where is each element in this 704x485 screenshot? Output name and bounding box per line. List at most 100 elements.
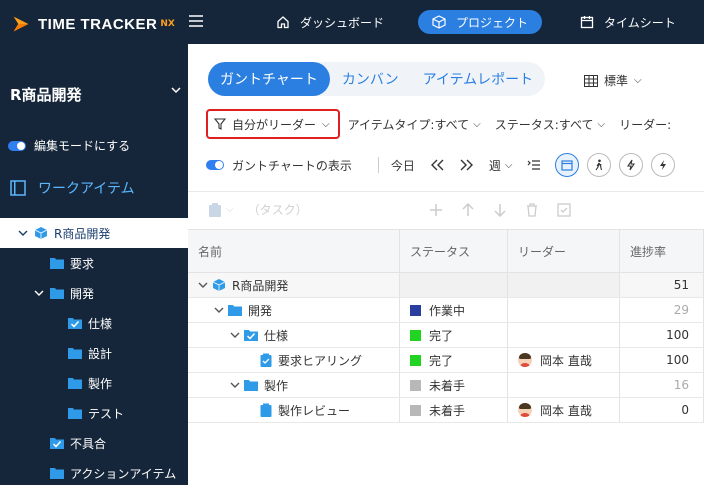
chevron-down-icon[interactable] bbox=[214, 305, 224, 315]
row-status[interactable]: 完了 bbox=[400, 348, 508, 372]
chevron-down-icon[interactable] bbox=[18, 228, 28, 238]
indent-button[interactable] bbox=[527, 159, 541, 171]
table-row[interactable]: 製作 未着手 16 bbox=[188, 373, 704, 398]
filter-icon bbox=[214, 118, 226, 130]
brand-logo[interactable]: TIME TRACKER NX bbox=[10, 10, 175, 38]
row-name: R商品開発 bbox=[188, 273, 400, 297]
action-icons bbox=[428, 202, 588, 218]
table-row[interactable]: 仕様 完了 100 bbox=[188, 323, 704, 348]
walk-button[interactable] bbox=[586, 153, 611, 177]
toggle-switch[interactable] bbox=[8, 140, 26, 151]
row-status[interactable]: 完了 bbox=[400, 323, 508, 347]
hamburger-menu-icon[interactable] bbox=[188, 14, 204, 28]
row-leader[interactable]: 岡本 直哉 bbox=[508, 348, 620, 372]
calendar-view-button[interactable] bbox=[554, 153, 579, 177]
clipboard-icon[interactable] bbox=[208, 202, 222, 218]
double-chevron-right-icon bbox=[460, 159, 473, 171]
row-progress: 16 bbox=[620, 373, 704, 397]
filter-bar: 自分がリーダー ⌵ アイテムタイプ:すべて ⌵ ステータス:すべて ⌵ リーダー… bbox=[206, 109, 704, 139]
trash-icon[interactable] bbox=[524, 202, 540, 218]
brand-name: TIME TRACKER bbox=[38, 15, 158, 33]
table-row[interactable]: 製作レビュー 未着手 岡本 直哉 0 bbox=[188, 398, 704, 423]
clipboard-icon bbox=[260, 403, 272, 417]
tree-item-requirements[interactable]: 要求 bbox=[0, 248, 188, 278]
table-row[interactable]: 開発 作業中 29 bbox=[188, 298, 704, 323]
chevron-down-icon[interactable] bbox=[230, 330, 240, 340]
move-up-icon[interactable] bbox=[460, 202, 476, 218]
row-status[interactable]: 作業中 bbox=[400, 298, 508, 322]
row-name-label: 開発 bbox=[248, 303, 273, 318]
row-status[interactable]: 未着手 bbox=[400, 398, 508, 422]
next-range-button[interactable] bbox=[459, 158, 475, 172]
tree-item-action-items[interactable]: アクションアイテム bbox=[0, 458, 188, 485]
header-name[interactable]: 名前 bbox=[188, 230, 400, 272]
grid-header: 名前 ステータス リーダー 進捗率 bbox=[188, 229, 704, 273]
chevron-down-icon: ⌵ bbox=[473, 118, 481, 130]
nav-timesheet[interactable]: タイムシート bbox=[580, 10, 676, 34]
header-status[interactable]: ステータス bbox=[400, 230, 508, 272]
nav-project[interactable]: プロジェクト bbox=[418, 10, 543, 34]
row-leader bbox=[508, 373, 620, 397]
tree-item-label: 開発 bbox=[70, 286, 95, 301]
lightning-filled-button[interactable] bbox=[650, 153, 675, 177]
row-leader-label: 岡本 直哉 bbox=[540, 403, 592, 418]
row-leader-label: 岡本 直哉 bbox=[540, 353, 592, 368]
edit-mode-toggle[interactable]: 編集モードにする bbox=[8, 137, 130, 154]
chevron-down-icon[interactable] bbox=[230, 380, 240, 390]
sidebar-item-work-items[interactable]: ワークアイテム bbox=[10, 178, 135, 198]
tree-item-design[interactable]: 設計 bbox=[0, 338, 188, 368]
header-progress[interactable]: 進捗率 bbox=[620, 230, 704, 272]
checkbox-icon[interactable] bbox=[556, 202, 572, 218]
tree-item-defects[interactable]: 不具合 bbox=[0, 428, 188, 458]
item-type-filter-label: アイテムタイプ:すべて bbox=[347, 117, 470, 132]
scale-select[interactable]: 週 ⌵ bbox=[489, 157, 513, 174]
row-name: 仕様 bbox=[188, 323, 400, 347]
status-swatch bbox=[410, 379, 421, 391]
tree-item-test[interactable]: テスト bbox=[0, 398, 188, 428]
lightning-outline-button[interactable] bbox=[618, 153, 643, 177]
row-progress: 100 bbox=[620, 323, 704, 347]
add-icon[interactable] bbox=[428, 202, 444, 218]
tab-kanban[interactable]: カンバン bbox=[330, 62, 411, 96]
brand-suffix: NX bbox=[160, 19, 175, 29]
nav-dashboard[interactable]: ダッシュボード bbox=[276, 10, 384, 34]
leader-filter[interactable]: リーダー: bbox=[619, 116, 671, 133]
tree-item-label: 製作 bbox=[88, 376, 113, 391]
gantt-display-toggle[interactable]: ガントチャートの表示 bbox=[206, 157, 352, 174]
view-select[interactable]: 標準 ⌵ bbox=[584, 72, 642, 89]
gantt-display-label: ガントチャートの表示 bbox=[232, 158, 352, 173]
tree-item-development[interactable]: 開発 bbox=[0, 278, 188, 308]
cube-icon bbox=[212, 279, 226, 291]
header-leader[interactable]: リーダー bbox=[508, 230, 620, 272]
toggle-switch[interactable] bbox=[206, 160, 224, 170]
tree-item-production[interactable]: 製作 bbox=[0, 368, 188, 398]
table-row[interactable]: R商品開発 51 bbox=[188, 273, 704, 298]
my-leader-filter[interactable]: 自分がリーダー ⌵ bbox=[206, 109, 340, 139]
chevron-down-icon[interactable] bbox=[34, 288, 44, 298]
name-container: 製作レビュー bbox=[198, 402, 350, 419]
chevron-down-icon: ⌵ bbox=[634, 75, 642, 86]
tree-item-project[interactable]: R商品開発 bbox=[0, 218, 188, 248]
chevron-down-icon[interactable]: ⌵ bbox=[226, 204, 234, 215]
project-title[interactable]: R商品開発 bbox=[10, 84, 188, 105]
row-status[interactable]: 未着手 bbox=[400, 373, 508, 397]
move-down-icon[interactable] bbox=[492, 202, 508, 218]
row-leader[interactable]: 岡本 直哉 bbox=[508, 398, 620, 422]
tree-item-spec[interactable]: 仕様 bbox=[0, 308, 188, 338]
table-row[interactable]: 要求ヒアリング 完了 岡本 直哉 100 bbox=[188, 348, 704, 373]
my-leader-filter-label: 自分がリーダー bbox=[232, 117, 317, 132]
task-placeholder: （タスク） bbox=[247, 203, 308, 217]
folder-icon bbox=[228, 305, 242, 316]
tab-item-report[interactable]: アイテムレポート bbox=[411, 62, 546, 96]
tab-gantt[interactable]: ガントチャート bbox=[208, 62, 330, 96]
row-status-label: 完了 bbox=[429, 328, 454, 343]
status-filter[interactable]: ステータス:すべて ⌵ bbox=[495, 116, 605, 133]
today-button[interactable]: 今日 bbox=[391, 157, 415, 174]
item-type-filter[interactable]: アイテムタイプ:すべて ⌵ bbox=[348, 116, 481, 133]
previous-range-button[interactable] bbox=[429, 158, 445, 172]
leader-filter-label: リーダー: bbox=[619, 117, 672, 132]
work-item-icon bbox=[10, 180, 26, 196]
status-swatch bbox=[410, 404, 421, 416]
row-progress: 100 bbox=[620, 348, 704, 372]
chevron-down-icon[interactable] bbox=[198, 280, 208, 290]
